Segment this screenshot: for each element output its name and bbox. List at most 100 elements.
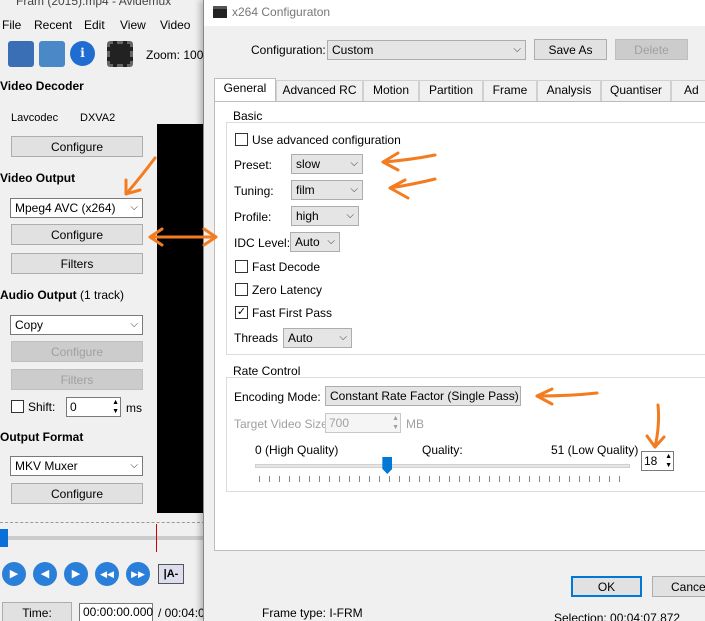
fast-decode-label: Fast Decode <box>252 260 321 274</box>
shift-spinbox[interactable]: 0 ▲ ▼ <box>66 397 121 417</box>
muxer-configure-button[interactable]: Configure <box>11 483 143 504</box>
shift-checkbox[interactable] <box>11 400 24 413</box>
tab-frame[interactable]: Frame <box>483 80 537 101</box>
time-label: Time: <box>2 602 72 621</box>
spin-arrows-icon[interactable]: ▲ ▼ <box>665 452 672 470</box>
save-file-icon[interactable] <box>39 41 65 67</box>
chevron-down-icon: ⌵ <box>346 210 354 221</box>
encoding-mode-label: Encoding Mode: <box>234 390 321 404</box>
menu-video[interactable]: Video <box>160 18 190 32</box>
fast-decode-checkbox[interactable] <box>235 260 248 273</box>
timeline-handle[interactable] <box>0 529 8 547</box>
idc-level-label: IDC Level: <box>234 236 291 250</box>
play-icon[interactable]: ▶ <box>2 562 26 586</box>
encoding-mode-select[interactable]: Constant Rate Factor (Single Pass) ⌵ <box>325 386 521 406</box>
marker-a-icon[interactable]: |A- <box>158 564 184 584</box>
menu-edit[interactable]: Edit <box>84 18 105 32</box>
chevron-down-icon: ⌵ <box>130 202 138 213</box>
profile-value: high <box>296 209 319 223</box>
threads-label: Threads <box>234 331 279 345</box>
audio-output-title-row: Audio Output (1 track) <box>0 288 124 302</box>
tab-analysis[interactable]: Analysis <box>537 80 601 101</box>
zero-latency-checkbox[interactable] <box>235 283 248 296</box>
muxer-select[interactable]: MKV Muxer ⌵ <box>10 456 143 476</box>
tuning-select[interactable]: film ⌵ <box>291 180 363 200</box>
frame-type: Frame type: I-FRM <box>262 606 363 620</box>
quality-slider-track[interactable] <box>255 464 630 468</box>
video-preview <box>157 124 205 513</box>
video-codec-select[interactable]: Mpeg4 AVC (x264) ⌵ <box>10 198 143 218</box>
prev-keyframe-icon[interactable]: ◀◀ <box>95 562 119 586</box>
audio-codec-select[interactable]: Copy ⌵ <box>10 315 143 335</box>
video-decoder-title: Video Decoder <box>0 79 84 93</box>
configuration-value: Custom <box>332 43 374 57</box>
configuration-select[interactable]: Custom ⌵ <box>327 40 526 60</box>
quality-max-label: 51 (Low Quality) <box>551 443 639 457</box>
info-icon[interactable]: i <box>70 41 95 66</box>
chevron-down-icon: ⌵ <box>350 184 358 195</box>
shift-value: 0 <box>70 400 77 414</box>
idc-level-select[interactable]: Auto ⌵ <box>290 232 340 252</box>
profile-label: Profile: <box>234 210 272 224</box>
preset-select[interactable]: slow ⌵ <box>291 154 363 174</box>
shift-unit: ms <box>126 401 142 415</box>
quality-min-label: 0 (High Quality) <box>255 443 339 457</box>
spin-arrows-icon[interactable]: ▲ ▼ <box>112 398 119 416</box>
shift-label: Shift: <box>28 400 56 414</box>
decoder-codec: Lavcodec <box>11 112 59 124</box>
muxer-value: MKV Muxer <box>15 459 78 473</box>
forward-icon[interactable]: ▶ <box>64 562 88 586</box>
video-filters-button[interactable]: Filters <box>11 253 143 274</box>
delete-button[interactable]: Delete <box>615 39 688 60</box>
decoder-configure-button[interactable]: Configure <box>11 136 143 157</box>
target-size-spinbox[interactable]: 700 ▲ ▼ <box>325 413 401 433</box>
audio-filters-button[interactable]: Filters <box>11 369 143 390</box>
ok-button[interactable]: OK <box>571 576 642 597</box>
tab-advanced-rc[interactable]: Advanced RC <box>276 80 363 101</box>
current-time-field[interactable]: 00:00:00.000 <box>79 603 153 621</box>
tab-quantiser[interactable]: Quantiser <box>601 80 671 101</box>
video-configure-button[interactable]: Configure <box>11 224 143 245</box>
audio-configure-button[interactable]: Configure <box>11 341 143 362</box>
video-codec-value: Mpeg4 AVC (x264) <box>15 201 116 215</box>
clapper-icon <box>213 6 227 18</box>
rewind-icon[interactable]: ◀ <box>33 562 57 586</box>
threads-value: Auto <box>288 331 313 345</box>
avidemux-title: Fram (2015).mp4 - Avidemux <box>16 0 172 8</box>
quality-value: 18 <box>644 454 658 468</box>
decoder-hw: DXVA2 <box>80 112 116 124</box>
next-keyframe-icon[interactable]: ▶▶ <box>126 562 150 586</box>
audio-output-title: Audio Output <box>0 288 77 302</box>
tab-partition[interactable]: Partition <box>419 80 483 101</box>
timeline-slider[interactable] <box>0 536 205 540</box>
avidemux-menubar: File Recent Edit View Video <box>0 16 205 36</box>
fast-first-pass-checkbox[interactable]: ✓ <box>235 306 248 319</box>
quality-spinbox[interactable]: 18 ▲ ▼ <box>641 451 674 471</box>
tab-general[interactable]: General <box>214 78 276 102</box>
encoding-mode-value: Constant Rate Factor (Single Pass) <box>330 389 519 403</box>
tab-ad[interactable]: Ad <box>671 80 705 101</box>
tab-motion[interactable]: Motion <box>363 80 419 101</box>
cancel-button[interactable]: Cancel <box>652 576 705 597</box>
preset-label: Preset: <box>234 158 273 172</box>
output-format-title: Output Format <box>0 430 84 444</box>
open-file-icon[interactable] <box>8 41 34 67</box>
x264-config-dialog: x264 Configuraton Configuration: Custom … <box>203 0 705 621</box>
chevron-down-icon: ⌵ <box>130 460 138 471</box>
tuning-value: film <box>296 183 315 197</box>
threads-select[interactable]: Auto ⌵ <box>283 328 352 348</box>
spin-arrows-icon[interactable]: ▲ ▼ <box>392 414 399 432</box>
fast-first-pass-label: Fast First Pass <box>252 306 333 320</box>
menu-recent[interactable]: Recent <box>34 18 72 32</box>
profile-select[interactable]: high ⌵ <box>291 206 359 226</box>
timeline-marker-a <box>156 524 157 552</box>
film-icon[interactable] <box>107 41 133 67</box>
use-advanced-checkbox[interactable] <box>235 133 248 146</box>
basic-group-title: Basic <box>233 109 263 123</box>
chevron-down-icon: ⌵ <box>130 319 138 330</box>
menu-view[interactable]: View <box>120 18 146 32</box>
dialog-titlebar: x264 Configuraton <box>204 0 705 26</box>
menu-file[interactable]: File <box>2 18 21 32</box>
quality-slider-ticks <box>259 476 629 482</box>
save-as-button[interactable]: Save As <box>534 39 607 60</box>
